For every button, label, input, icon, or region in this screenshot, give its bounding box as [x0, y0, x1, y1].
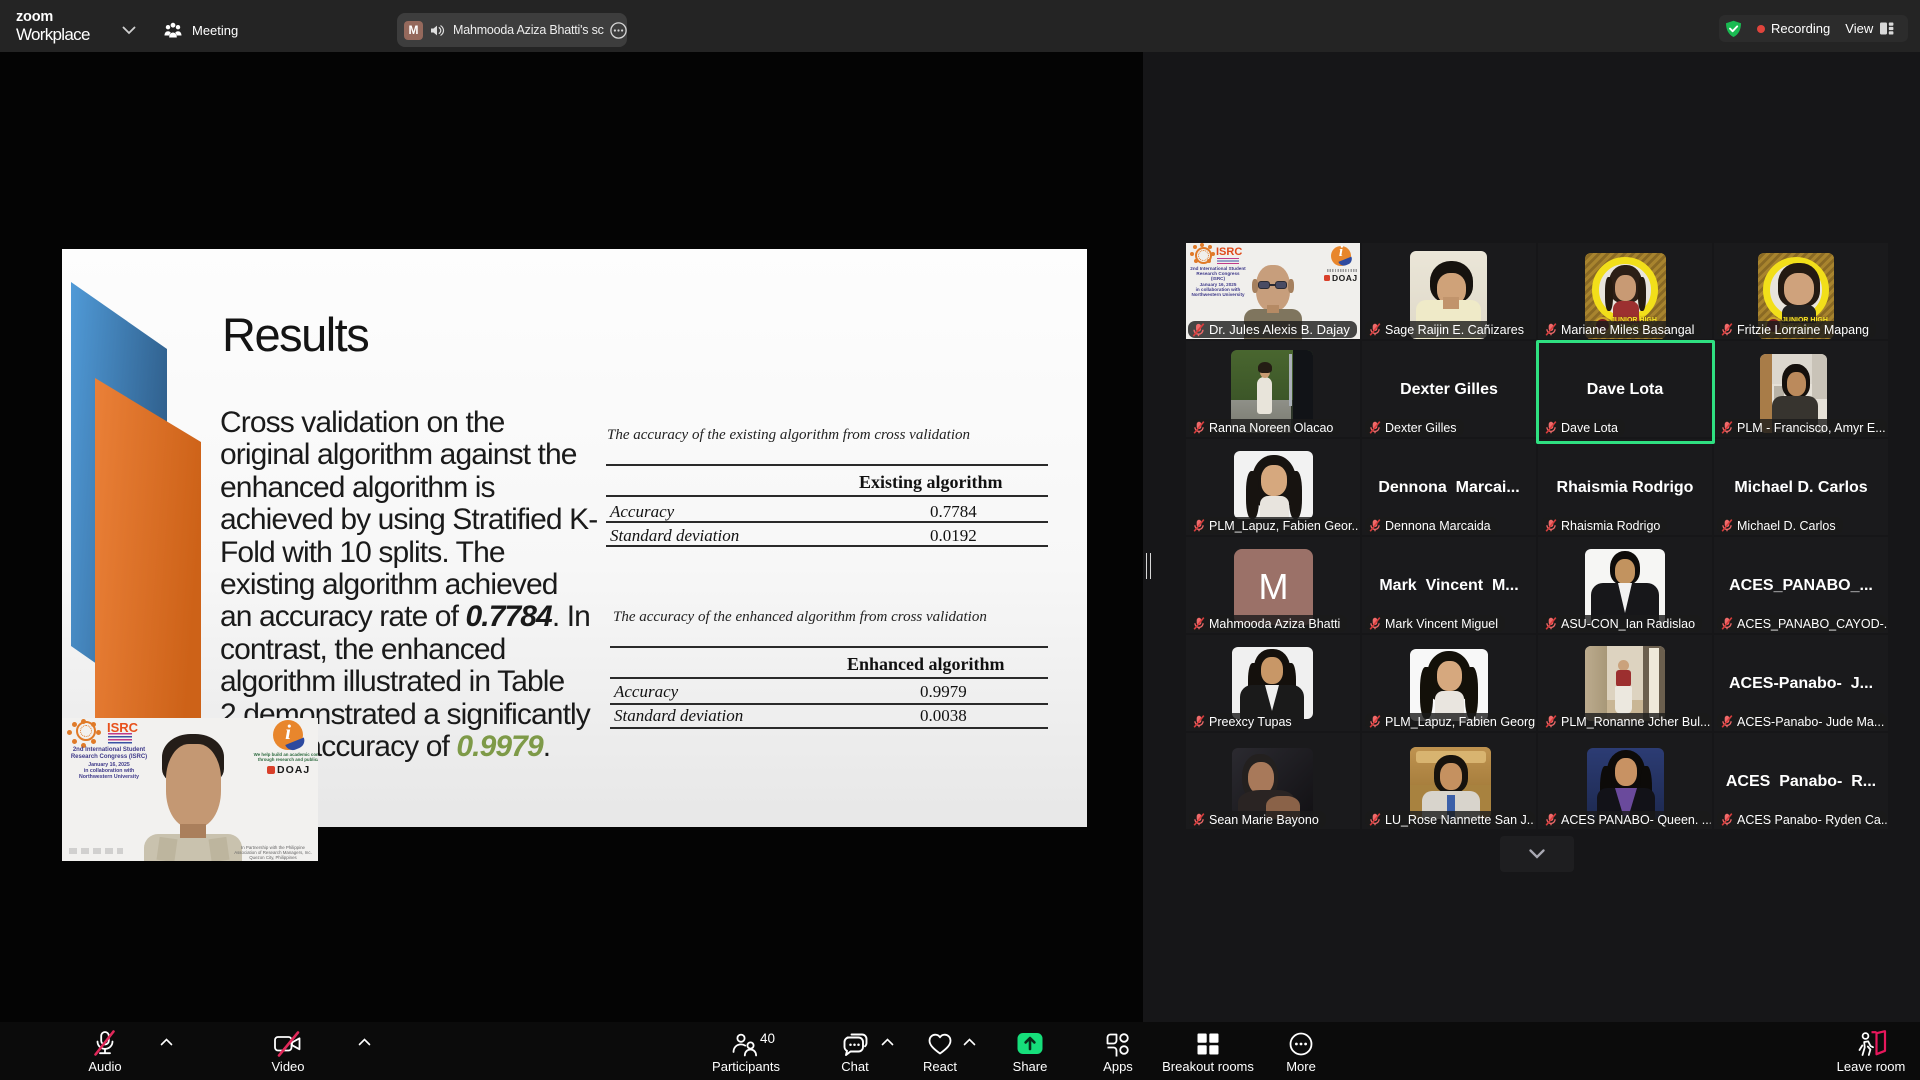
svg-text:40: 40: [760, 1031, 775, 1046]
